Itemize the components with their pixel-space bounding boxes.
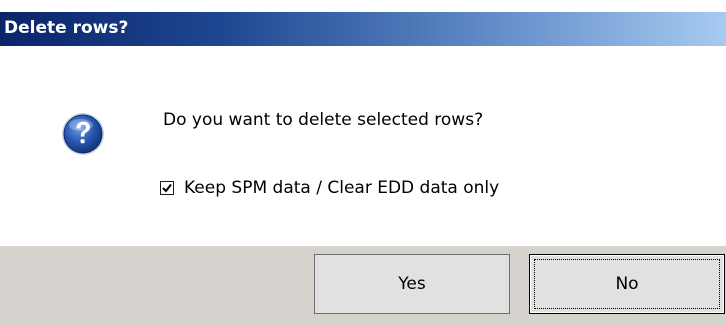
dialog-message: Do you want to delete selected rows? <box>163 110 484 130</box>
dialog-title: Delete rows? <box>4 18 129 38</box>
delete-rows-dialog: Delete rows? Do you want to delete selec <box>0 0 726 326</box>
dialog-content: Do you want to delete selected rows? Kee… <box>0 46 726 246</box>
window-frame-top <box>0 0 726 12</box>
keep-spm-checkbox-row[interactable]: Keep SPM data / Clear EDD data only <box>160 178 499 198</box>
question-icon <box>61 112 105 156</box>
title-bar[interactable]: Delete rows? <box>0 12 726 46</box>
keep-spm-checkbox-label[interactable]: Keep SPM data / Clear EDD data only <box>184 178 499 198</box>
checkmark-icon <box>162 183 172 193</box>
button-bar: Yes No <box>0 246 726 326</box>
focus-rectangle <box>534 259 720 309</box>
yes-button-label: Yes <box>398 274 426 294</box>
keep-spm-checkbox[interactable] <box>160 181 174 195</box>
no-button[interactable]: No <box>529 254 725 314</box>
yes-button[interactable]: Yes <box>314 254 510 314</box>
